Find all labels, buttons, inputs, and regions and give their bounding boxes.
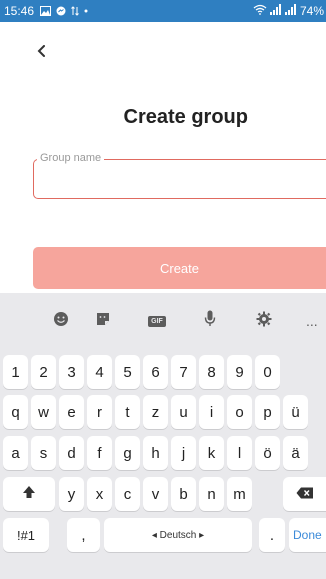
key-r[interactable]: r (87, 395, 112, 429)
sticker-icon (95, 311, 111, 332)
key-n[interactable]: n (199, 477, 224, 511)
symbols-key[interactable]: !#1 (3, 518, 49, 552)
key-2[interactable]: 2 (31, 355, 56, 389)
phone-screen: 15:46 74% Create group Group name Create… (0, 0, 326, 579)
key-m[interactable]: m (227, 477, 252, 511)
microphone-button[interactable] (199, 309, 221, 333)
done-key[interactable]: Done (289, 518, 326, 552)
period-key[interactable]: . (259, 518, 285, 552)
status-right: 74% (253, 0, 324, 22)
key-a-umlaut[interactable]: ä (283, 436, 308, 470)
group-name-label: Group name (37, 152, 105, 164)
key-u-umlaut[interactable]: ü (283, 395, 308, 429)
status-time: 15:46 (4, 4, 35, 18)
key-k[interactable]: k (199, 436, 224, 470)
key-g[interactable]: g (115, 436, 140, 470)
settings-button[interactable] (253, 309, 275, 333)
sticker-button[interactable] (92, 309, 114, 333)
create-button[interactable]: Create (33, 247, 326, 289)
yxcv-row: y x c v b n m (0, 477, 326, 513)
backspace-key[interactable] (283, 477, 326, 511)
gif-button[interactable]: GIF (145, 309, 169, 333)
key-e[interactable]: e (59, 395, 84, 429)
key-1[interactable]: 1 (3, 355, 28, 389)
key-p[interactable]: p (255, 395, 280, 429)
emoji-icon (53, 311, 69, 332)
key-w[interactable]: w (31, 395, 56, 429)
key-t[interactable]: t (115, 395, 140, 429)
key-8[interactable]: 8 (199, 355, 224, 389)
shift-icon (22, 485, 36, 503)
chevron-left-icon (37, 44, 47, 62)
signal-icon-2 (284, 4, 297, 18)
key-o-umlaut[interactable]: ö (255, 436, 280, 470)
space-key[interactable]: ◂ Deutsch ▸ (104, 518, 252, 552)
more-options-button[interactable]: ... (306, 309, 326, 333)
group-name-input[interactable] (33, 159, 326, 199)
key-f[interactable]: f (87, 436, 112, 470)
key-9[interactable]: 9 (227, 355, 252, 389)
qwertz-row: q w e r t z u i o p ü (0, 395, 326, 431)
key-0[interactable]: 0 (255, 355, 280, 389)
digits-row: 1 2 3 4 5 6 7 8 9 0 (0, 355, 326, 391)
asdf-row: a s d f g h j k l ö ä (0, 436, 326, 472)
key-z[interactable]: z (143, 395, 168, 429)
key-7[interactable]: 7 (171, 355, 196, 389)
key-h[interactable]: h (143, 436, 168, 470)
shift-key[interactable] (3, 477, 55, 511)
key-s[interactable]: s (31, 436, 56, 470)
battery-percent: 74% (299, 4, 324, 18)
gear-icon (256, 311, 272, 332)
create-group-screen: Create group Group name Create (0, 22, 326, 293)
key-x[interactable]: x (87, 477, 112, 511)
key-v[interactable]: v (143, 477, 168, 511)
key-q[interactable]: q (3, 395, 28, 429)
gallery-icon (40, 6, 52, 16)
gif-icon: GIF (148, 315, 166, 327)
key-y[interactable]: y (59, 477, 84, 511)
status-bar: 15:46 74% (0, 0, 326, 22)
emoji-button[interactable] (50, 309, 72, 333)
keyboard-toolbar: GIF ... (0, 309, 326, 333)
back-button[interactable] (31, 44, 53, 62)
bottom-row: !#1 , ◂ Deutsch ▸ . Done (0, 518, 326, 554)
key-j[interactable]: j (171, 436, 196, 470)
key-5[interactable]: 5 (115, 355, 140, 389)
keyboard: GIF ... 1 2 3 4 5 6 7 8 9 0 q w e r t z … (0, 293, 326, 579)
signal-icon-1 (269, 4, 282, 18)
key-i[interactable]: i (199, 395, 224, 429)
messenger-icon (56, 6, 66, 16)
key-o[interactable]: o (227, 395, 252, 429)
comma-key[interactable]: , (67, 518, 100, 552)
dot-icon (84, 9, 88, 13)
key-a[interactable]: a (3, 436, 28, 470)
key-6[interactable]: 6 (143, 355, 168, 389)
key-l[interactable]: l (227, 436, 252, 470)
microphone-icon (204, 310, 216, 332)
page-title: Create group (123, 106, 248, 128)
key-3[interactable]: 3 (59, 355, 84, 389)
key-b[interactable]: b (171, 477, 196, 511)
key-4[interactable]: 4 (87, 355, 112, 389)
wifi-icon (253, 4, 267, 18)
key-d[interactable]: d (59, 436, 84, 470)
key-u[interactable]: u (171, 395, 196, 429)
data-transfer-icon (71, 6, 79, 16)
backspace-icon (296, 486, 314, 503)
key-c[interactable]: c (115, 477, 140, 511)
